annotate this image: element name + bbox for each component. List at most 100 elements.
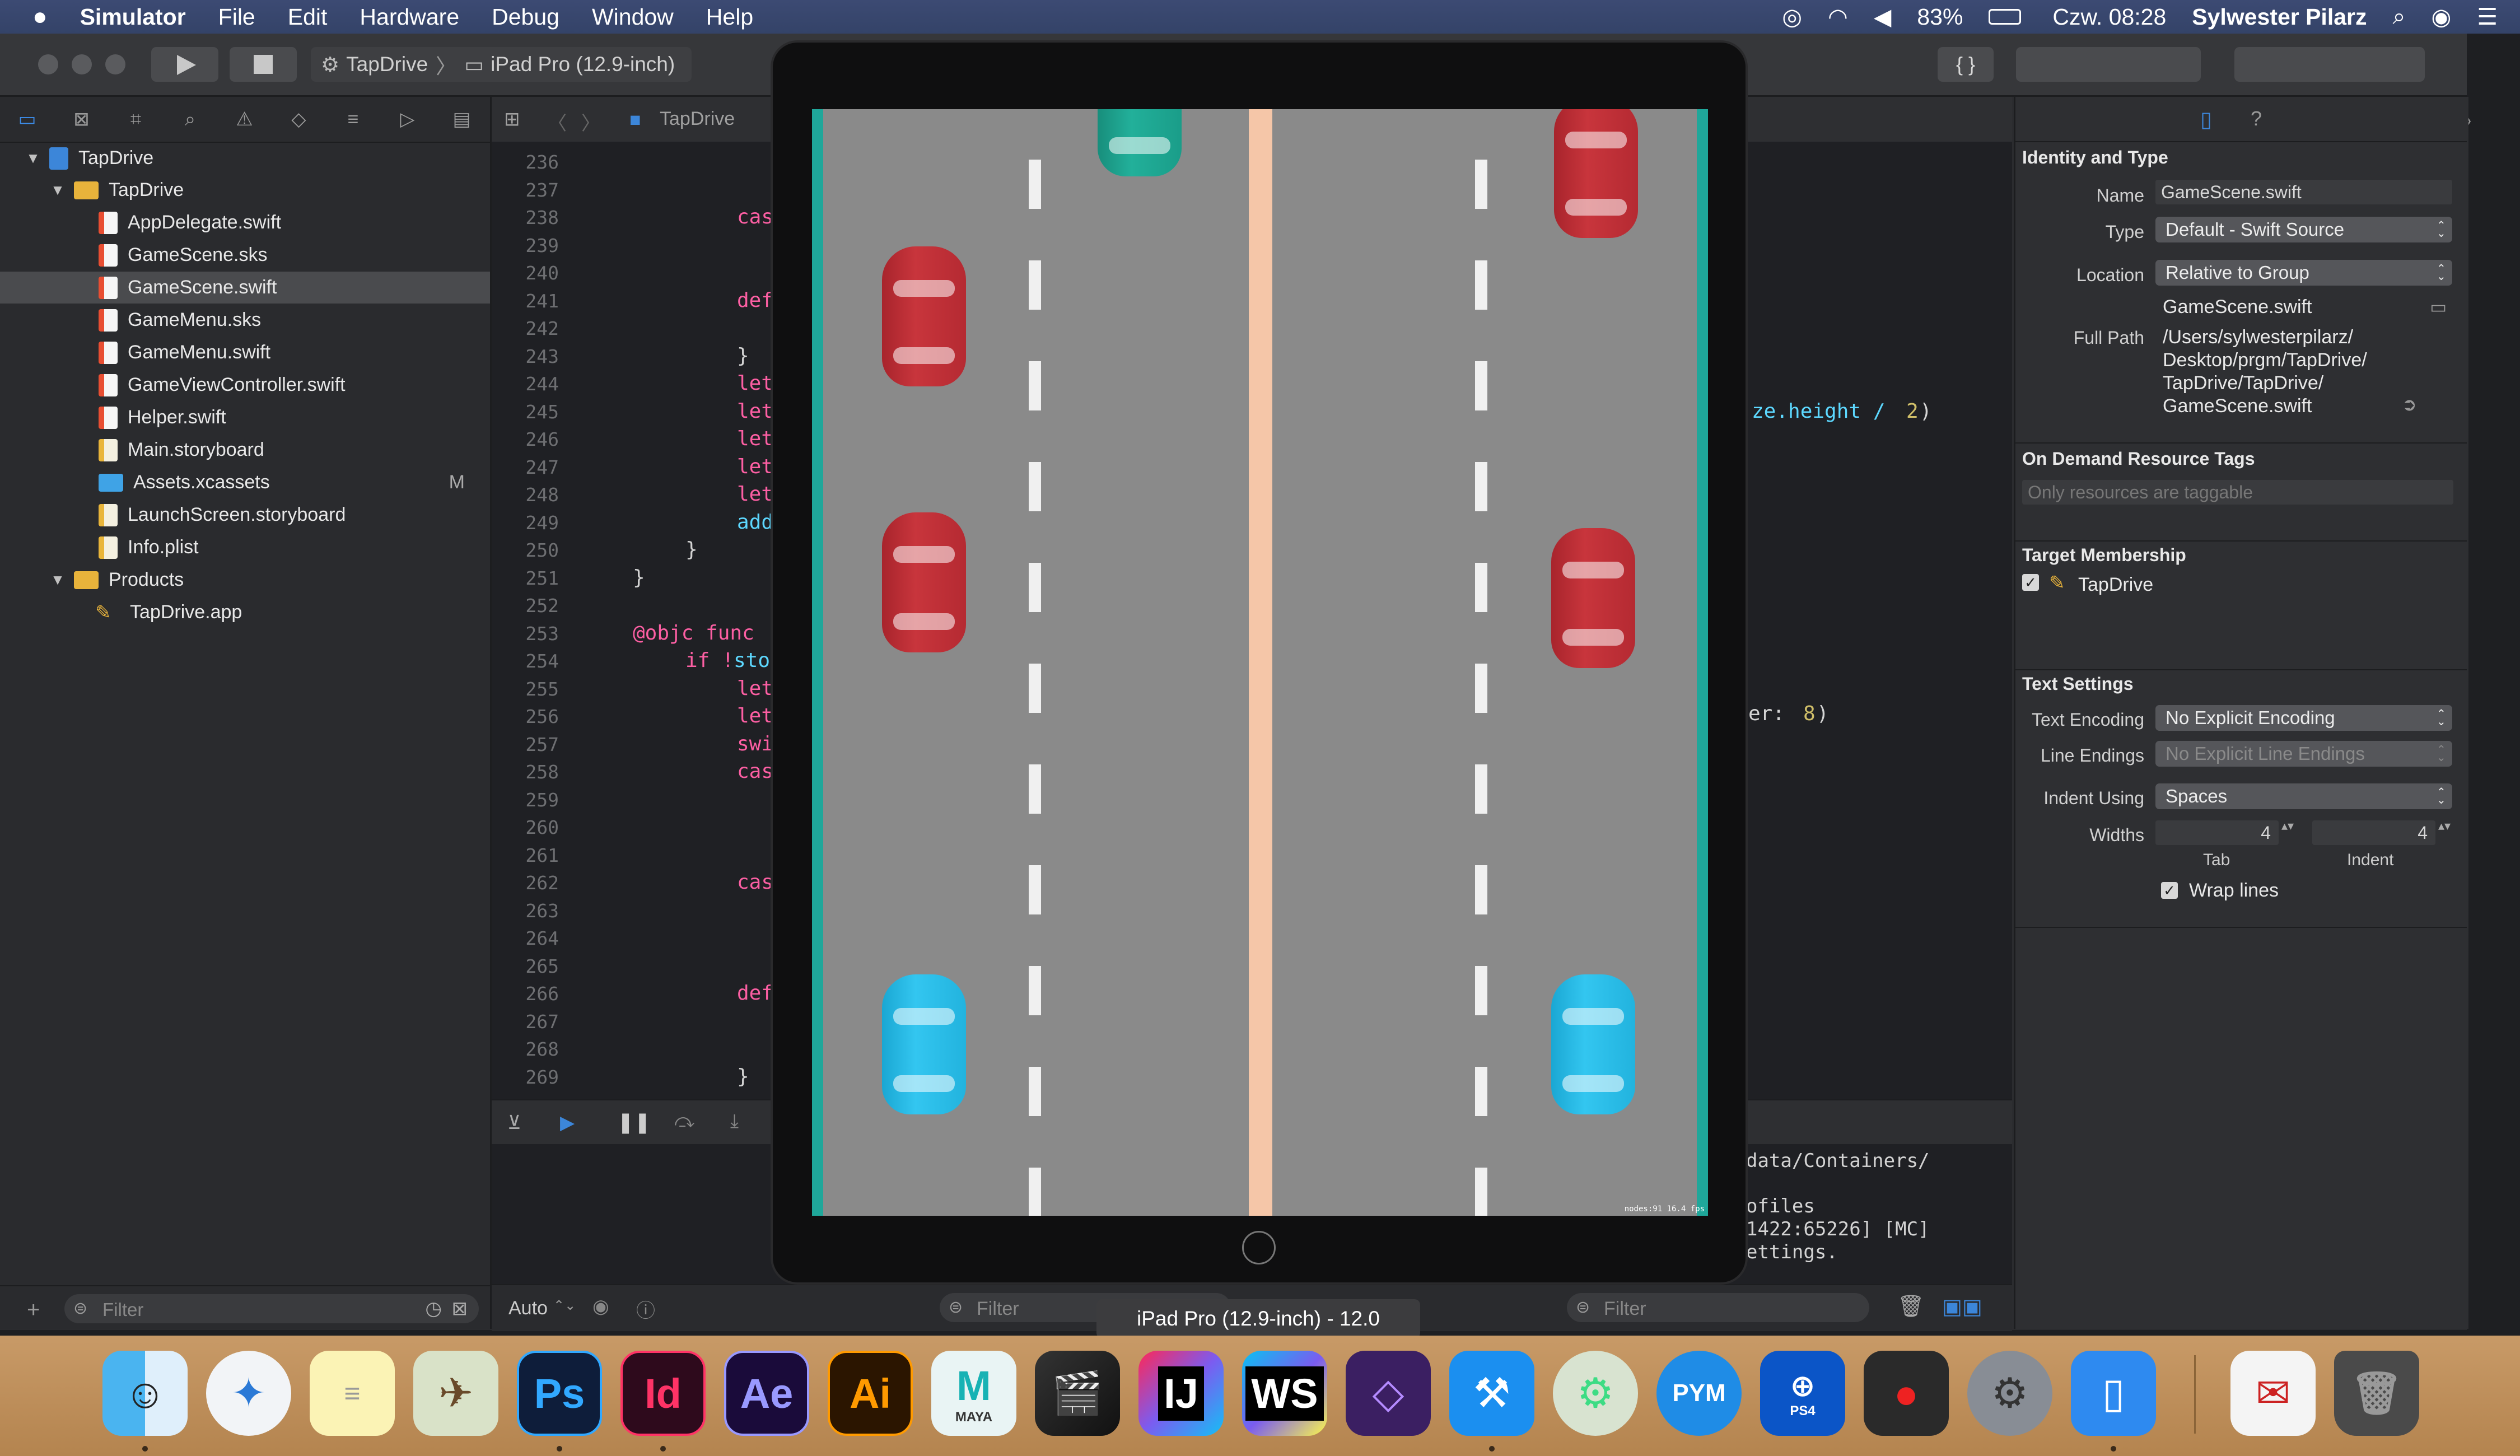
after-effects-icon[interactable]: Ae xyxy=(724,1351,809,1436)
final-cut-icon[interactable]: 🎬 xyxy=(1035,1351,1120,1436)
tree-item-file[interactable]: GameMenu.sks xyxy=(0,304,490,336)
stop-button[interactable] xyxy=(230,47,297,82)
find-tab-icon[interactable]: ⌕ xyxy=(163,109,217,130)
tree-item-file[interactable]: LaunchScreen.storyboard xyxy=(0,499,490,531)
tree-item-group[interactable]: ▼ Products xyxy=(0,564,490,596)
library-button[interactable]: { } xyxy=(1938,47,1994,82)
disclosure-open-icon[interactable]: ▼ xyxy=(24,150,43,167)
indent-width-field[interactable]: 4 xyxy=(2312,820,2435,845)
text-encoding-popup[interactable]: No Explicit Encoding xyxy=(2155,705,2452,731)
trash-icon[interactable]: 🗑 xyxy=(2334,1351,2419,1436)
pause-icon[interactable]: ❚❚ xyxy=(617,1110,651,1134)
tree-item-file[interactable]: GameMenu.swift xyxy=(0,337,490,368)
tree-item-file[interactable]: AppDelegate.swift xyxy=(0,207,490,239)
spotlight-icon[interactable]: ⌕ xyxy=(2392,3,2405,30)
maya-icon[interactable]: M MAYA xyxy=(931,1351,1016,1436)
trash-console-icon[interactable]: 🗑 xyxy=(1897,1294,1924,1319)
recent-files-icon[interactable]: ◷ xyxy=(425,1298,442,1320)
game-screen[interactable]: nodes:91 16.4 fps xyxy=(812,109,1708,1216)
indent-width-stepper-icon[interactable]: ▴▾ xyxy=(2438,820,2451,832)
simulator-icon[interactable]: ▯ xyxy=(2071,1351,2156,1436)
battery-percent[interactable]: 83% xyxy=(1917,4,1963,30)
apple-icon[interactable]: ● xyxy=(32,3,48,31)
wifi-icon[interactable]: ◠ xyxy=(1828,3,1848,30)
tab-width-field[interactable]: 4 xyxy=(2155,820,2279,845)
variables-scope-popup[interactable]: Auto xyxy=(508,1298,548,1319)
add-icon[interactable]: + xyxy=(27,1298,40,1323)
menu-help[interactable]: Help xyxy=(706,4,753,30)
file-type-popup[interactable]: Default - Swift Source xyxy=(2155,217,2452,242)
illustrator-icon[interactable]: Ai xyxy=(828,1351,913,1436)
menu-window[interactable]: Window xyxy=(592,4,674,30)
disclosure-open-icon[interactable]: ▼ xyxy=(48,181,67,199)
split-console-icon[interactable]: ▣▣ xyxy=(1942,1294,1982,1319)
folder-browse-icon[interactable]: ▭ xyxy=(2430,296,2447,318)
symbol-tab-icon[interactable]: ⌗ xyxy=(109,109,163,130)
joystick-icon[interactable]: ● xyxy=(1864,1351,1949,1436)
tree-item-file[interactable]: GameScene.sks xyxy=(0,239,490,271)
notification-center-icon[interactable]: ☰ xyxy=(2477,3,2498,30)
close-window-button[interactable] xyxy=(38,54,58,74)
scheme-selector[interactable]: ⚙ TapDrive 〉 ▭ iPad Pro (12.9-inch) xyxy=(311,47,692,82)
breakpoints-toggle-icon[interactable]: ▶ xyxy=(560,1112,575,1134)
step-over-icon[interactable]: ⤼ xyxy=(674,1110,694,1132)
target-checkbox[interactable]: ✓ xyxy=(2022,574,2039,591)
finder-icon[interactable]: ☺ xyxy=(102,1351,188,1436)
intellij-icon[interactable]: IJ xyxy=(1138,1351,1224,1436)
menu-file[interactable]: File xyxy=(218,4,255,30)
menu-app-name[interactable]: Simulator xyxy=(80,4,186,30)
tab-width-stepper-icon[interactable]: ▴▾ xyxy=(2281,820,2294,832)
hide-debug-area-icon[interactable]: ⊻ xyxy=(507,1112,521,1134)
notes-icon[interactable]: ≡ xyxy=(310,1351,395,1436)
document-icon[interactable]: ✉ xyxy=(2230,1351,2316,1436)
wrap-lines-checkbox[interactable]: ✓ xyxy=(2161,882,2178,899)
visual-studio-icon[interactable]: ◇ xyxy=(1346,1351,1431,1436)
ps4-remote-icon[interactable]: ⊕ PS4 xyxy=(1760,1351,1845,1436)
pym-player-icon[interactable]: PYM xyxy=(1656,1351,1742,1436)
run-button[interactable] xyxy=(151,47,218,82)
tree-item-file-selected[interactable]: GameScene.swift xyxy=(0,272,490,304)
creative-cloud-icon[interactable]: ◎ xyxy=(1782,3,1802,30)
file-inspector-tab-icon[interactable]: ▯ xyxy=(2200,107,2212,132)
photoshop-icon[interactable]: Ps xyxy=(517,1351,602,1436)
system-preferences-icon[interactable]: ⚙ xyxy=(1967,1351,2052,1436)
source-control-filter-icon[interactable]: ⊠ xyxy=(452,1298,468,1320)
indesign-icon[interactable]: Id xyxy=(620,1351,706,1436)
zoom-window-button[interactable] xyxy=(105,54,125,74)
folder-tab-icon[interactable]: ▭ xyxy=(0,108,54,130)
forward-icon[interactable]: 〉 xyxy=(581,108,600,136)
line-endings-popup[interactable]: No Explicit Line Endings xyxy=(2155,741,2452,767)
resource-tags-field[interactable]: Only resources are taggable xyxy=(2022,480,2453,505)
report-tab-icon[interactable]: ▤ xyxy=(435,108,489,130)
debug-tab-icon[interactable]: ≡ xyxy=(326,109,380,130)
menu-hardware[interactable]: Hardware xyxy=(360,4,459,30)
breadcrumb-project[interactable]: TapDrive xyxy=(660,108,735,130)
test-tab-icon[interactable]: ◇ xyxy=(272,108,326,130)
back-icon[interactable]: 〈 xyxy=(548,108,567,136)
eye-icon[interactable]: ◉ xyxy=(592,1295,609,1318)
user-name[interactable]: Sylwester Pilarz xyxy=(2192,4,2367,30)
tree-item-file[interactable]: GameViewController.swift xyxy=(0,369,490,401)
clock[interactable]: Czw. 08:28 xyxy=(2052,4,2166,30)
info-icon[interactable]: ⓘ xyxy=(636,1295,655,1323)
tree-item-file[interactable]: Assets.xcassets M xyxy=(0,466,490,498)
tree-item-file[interactable]: ✎ TapDrive.app xyxy=(0,596,490,628)
siri-icon[interactable]: ◉ xyxy=(2431,3,2451,30)
menu-edit[interactable]: Edit xyxy=(288,4,328,30)
battery-icon[interactable] xyxy=(1989,9,2022,25)
issue-tab-icon[interactable]: ⚠ xyxy=(217,108,272,130)
tree-item-file[interactable]: Info.plist xyxy=(0,531,490,563)
preview-icon[interactable]: ✈ xyxy=(413,1351,498,1436)
minimize-window-button[interactable] xyxy=(72,54,92,74)
breakpoint-tab-icon[interactable]: ▷ xyxy=(380,108,435,130)
safari-icon[interactable]: ✦ xyxy=(206,1351,291,1436)
webstorm-icon[interactable]: WS xyxy=(1242,1351,1327,1436)
navigator-filter-field[interactable]: ⊜ Filter ◷ ⊠ xyxy=(64,1294,479,1323)
home-button[interactable] xyxy=(1242,1231,1276,1264)
indent-using-popup[interactable]: Spaces xyxy=(2155,783,2452,809)
reveal-in-finder-icon[interactable]: ➲ xyxy=(2402,394,2417,415)
console-filter-field[interactable]: ⊜ Filter xyxy=(1567,1293,1869,1322)
tree-item-file[interactable]: Main.storyboard xyxy=(0,434,490,466)
quick-help-tab-icon[interactable]: ? xyxy=(2251,107,2262,130)
xcode-icon[interactable]: ⚒ xyxy=(1449,1351,1534,1436)
